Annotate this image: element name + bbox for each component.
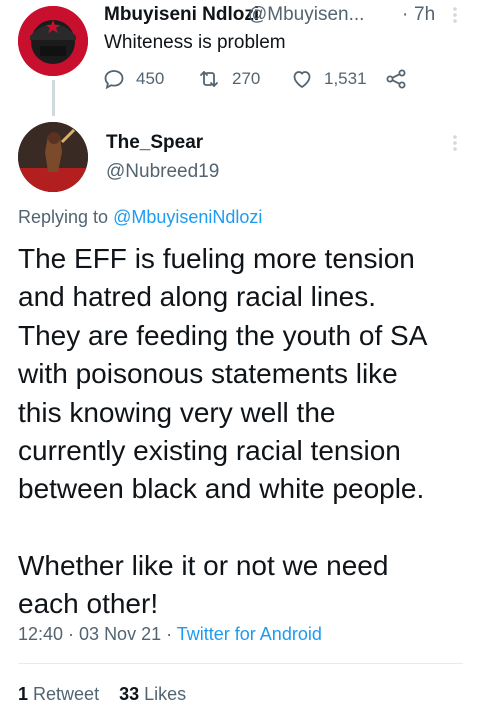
likes-stat[interactable]: 33 Likes bbox=[119, 684, 186, 704]
replying-to-label: Replying to bbox=[18, 207, 109, 227]
tweet-line: Whether like it or not we need bbox=[18, 549, 389, 581]
tweet-stats: 1 Retweet 33 Likes bbox=[18, 684, 186, 705]
thread-connector-line bbox=[52, 80, 55, 116]
tweet-line: each other! bbox=[18, 588, 159, 620]
tweet-body: The EFF is fueling more tension and hatr… bbox=[18, 240, 468, 624]
retweet-count: 270 bbox=[232, 69, 261, 88]
parent-tweet-actions: 450 270 1,531 bbox=[102, 64, 422, 94]
reply-count: 450 bbox=[136, 69, 165, 88]
more-vertical-icon[interactable] bbox=[448, 4, 462, 28]
parent-author-handle[interactable]: @Mbuyisen... bbox=[248, 4, 364, 26]
tweet-line: They are feeding the youth of SA bbox=[18, 319, 428, 351]
tweet-line: between black and white people. bbox=[18, 473, 425, 505]
likes-stat-label: Likes bbox=[144, 684, 187, 704]
tweet-timestamp[interactable]: 12:40 · 03 Nov 21 · bbox=[18, 624, 172, 644]
replying-to: Replying to @MbuyiseniNdlozi bbox=[18, 207, 262, 228]
tweet-line: The EFF is fueling more tension bbox=[18, 243, 415, 274]
like-count: 1,531 bbox=[324, 69, 367, 88]
tweet-line: and hatred along racial lines. bbox=[18, 281, 377, 313]
retweet-icon bbox=[196, 67, 222, 91]
like-button[interactable]: 1,531 bbox=[290, 64, 367, 94]
replying-to-mention[interactable]: @MbuyiseniNdlozi bbox=[113, 207, 262, 227]
tweet-line: currently existing racial tension bbox=[18, 435, 401, 467]
tweet-meta: 12:40 · 03 Nov 21 · Twitter for Android bbox=[18, 624, 322, 645]
retweet-button[interactable]: 270 bbox=[196, 64, 260, 94]
reply-icon bbox=[102, 67, 126, 91]
parent-author-name[interactable]: Mbuyiseni Ndlozi bbox=[104, 4, 259, 26]
retweets-stat-count: 1 bbox=[18, 684, 29, 704]
main-author-avatar[interactable] bbox=[18, 122, 88, 192]
main-author-handle[interactable]: @Nubreed19 bbox=[106, 161, 219, 183]
parent-tweet-text: Whiteness is problem bbox=[104, 32, 286, 53]
more-vertical-icon[interactable] bbox=[448, 132, 462, 156]
reply-button[interactable]: 450 bbox=[102, 64, 164, 94]
divider bbox=[18, 663, 463, 664]
main-author-name[interactable]: The_Spear bbox=[106, 132, 203, 154]
parent-author-avatar[interactable] bbox=[18, 6, 88, 76]
retweets-stat[interactable]: 1 Retweet bbox=[18, 684, 99, 704]
parent-timestamp[interactable]: 7h bbox=[414, 4, 435, 26]
tweet-line: with poisonous statements like bbox=[18, 358, 398, 390]
likes-stat-count: 33 bbox=[119, 684, 140, 704]
share-button[interactable] bbox=[384, 64, 408, 94]
tweet-line: this knowing very well the bbox=[18, 396, 336, 428]
share-icon bbox=[384, 67, 408, 91]
retweets-stat-label: Retweet bbox=[33, 684, 100, 704]
parent-time-separator: · bbox=[402, 4, 409, 25]
tweet-source[interactable]: Twitter for Android bbox=[177, 624, 322, 644]
parent-tweet[interactable]: Mbuyiseni Ndlozi @Mbuyisen... · 7h White… bbox=[0, 0, 480, 120]
like-icon bbox=[290, 67, 314, 91]
